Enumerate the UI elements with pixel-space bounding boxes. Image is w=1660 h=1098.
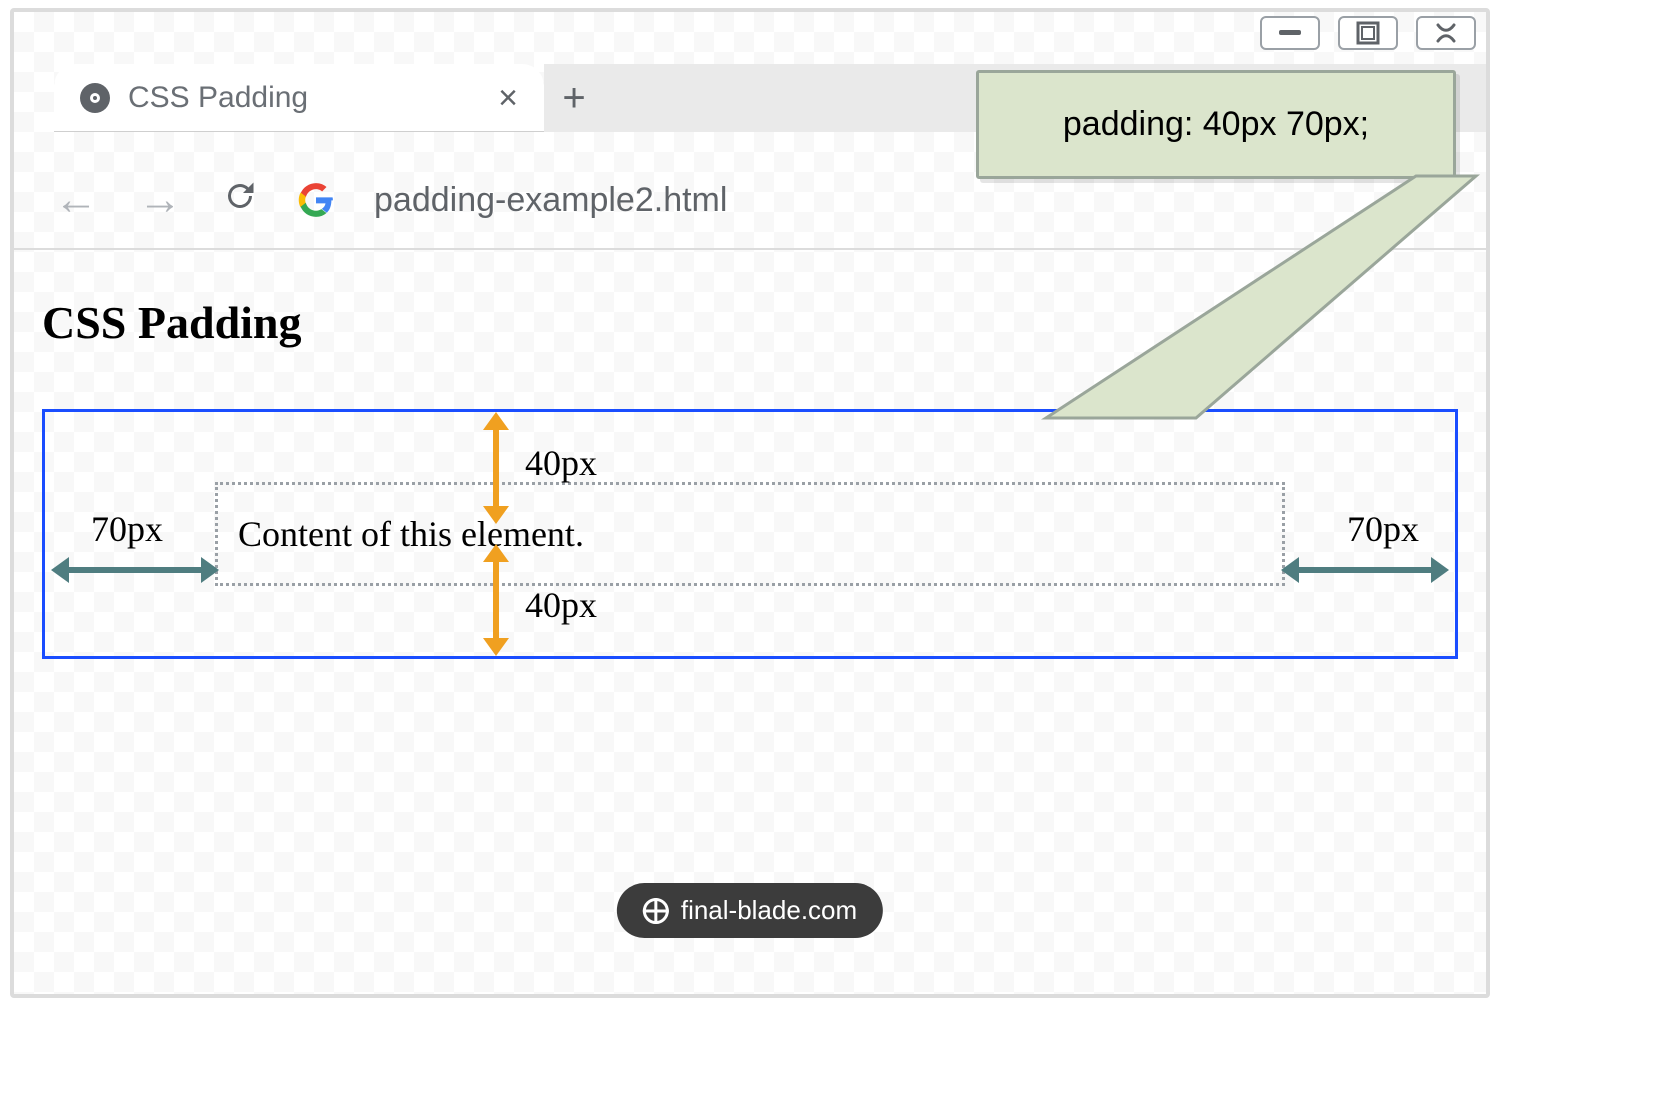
- padding-left-label: 70px: [91, 508, 163, 550]
- padding-bottom-label: 40px: [525, 584, 597, 626]
- browser-tab[interactable]: CSS Padding ×: [54, 64, 544, 132]
- padding-top-label: 40px: [525, 442, 597, 484]
- padding-right-arrow: [1295, 567, 1435, 573]
- callout: padding: 40px 70px;: [976, 70, 1456, 179]
- url-text[interactable]: padding-example2.html: [374, 181, 727, 220]
- padding-top-arrow: [493, 426, 499, 510]
- app-window: CSS Padding × + ← → padding-example2.htm…: [10, 8, 1490, 998]
- padding-bottom-arrow: [493, 558, 499, 642]
- watermark-text: final-blade.com: [681, 895, 857, 926]
- reload-icon[interactable]: [222, 175, 258, 225]
- globe-icon: [643, 898, 669, 924]
- content-box: Content of this element.: [215, 482, 1285, 586]
- google-icon: [298, 182, 334, 218]
- new-tab-button[interactable]: +: [544, 64, 604, 132]
- callout-box: padding: 40px 70px;: [976, 70, 1456, 179]
- back-icon[interactable]: ←: [54, 175, 98, 225]
- forward-icon[interactable]: →: [138, 175, 182, 225]
- tab-close-icon[interactable]: ×: [492, 79, 524, 118]
- tab-favicon: [80, 83, 110, 113]
- watermark-pill: final-blade.com: [617, 883, 883, 938]
- padding-demo-box: Content of this element. 40px 40px 70px …: [42, 409, 1458, 659]
- padding-left-arrow: [65, 567, 205, 573]
- padding-right-label: 70px: [1347, 508, 1419, 550]
- tab-title: CSS Padding: [128, 81, 308, 115]
